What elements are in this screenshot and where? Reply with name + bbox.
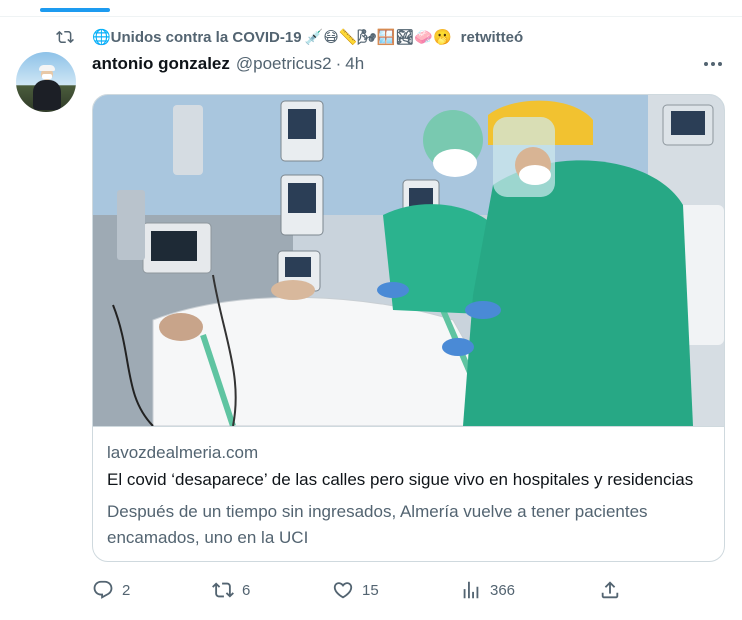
display-name[interactable]: antonio gonzalez	[92, 54, 230, 74]
retweet-button[interactable]: 6	[212, 578, 250, 602]
divider	[0, 16, 742, 17]
card-image[interactable]	[93, 95, 724, 427]
tweet-actions: 2 6 15 366	[92, 574, 732, 606]
views-button[interactable]: 366	[460, 578, 515, 602]
user-handle[interactable]: @poetricus2	[236, 54, 332, 74]
card-meta[interactable]: lavozdealmeria.com El covid ‘desaparece’…	[107, 441, 711, 551]
views-icon	[463, 581, 479, 599]
reply-count: 2	[122, 581, 131, 599]
separator: ·	[335, 54, 342, 73]
retweet-icon	[56, 30, 74, 44]
tab-indicator	[40, 8, 110, 12]
share-button[interactable]	[599, 578, 621, 602]
retweet-action-label: retwitteó	[460, 28, 524, 46]
avatar[interactable]	[16, 52, 76, 112]
like-icon	[333, 582, 353, 599]
tweet-time[interactable]: 4h	[345, 54, 364, 74]
more-button[interactable]	[700, 54, 726, 74]
views-count: 366	[490, 581, 516, 599]
retweet-action-icon	[212, 582, 234, 598]
like-count: 15	[362, 581, 379, 599]
card-description: Después de un tiempo sin ingresados, Alm…	[107, 502, 648, 547]
share-icon	[601, 581, 619, 599]
card-title: El covid ‘desaparece’ de las calles pero…	[107, 470, 694, 489]
reply-icon	[93, 580, 113, 599]
like-button[interactable]: 15	[332, 578, 379, 602]
retweet-count: 6	[242, 581, 251, 599]
link-card[interactable]: lavozdealmeria.com El covid ‘desaparece’…	[92, 94, 725, 562]
retweeter-emojis: 💉😷📏🌬🪟🏞🧼🫢	[304, 29, 452, 46]
reply-button[interactable]: 2	[92, 578, 130, 602]
retweeter-link[interactable]: 🌐Unidos contra la COVID-19 💉😷📏🌬🪟🏞🧼🫢 retw…	[92, 28, 524, 47]
tweet-header: antonio gonzalez @poetricus2 · 4h	[92, 53, 364, 75]
retweeter-name[interactable]: 🌐Unidos contra la COVID-19	[92, 28, 302, 46]
more-icon	[704, 62, 722, 66]
card-domain: lavozdealmeria.com	[107, 443, 259, 462]
social-context: 🌐Unidos contra la COVID-19 💉😷📏🌬🪟🏞🧼🫢 retw…	[56, 26, 523, 48]
